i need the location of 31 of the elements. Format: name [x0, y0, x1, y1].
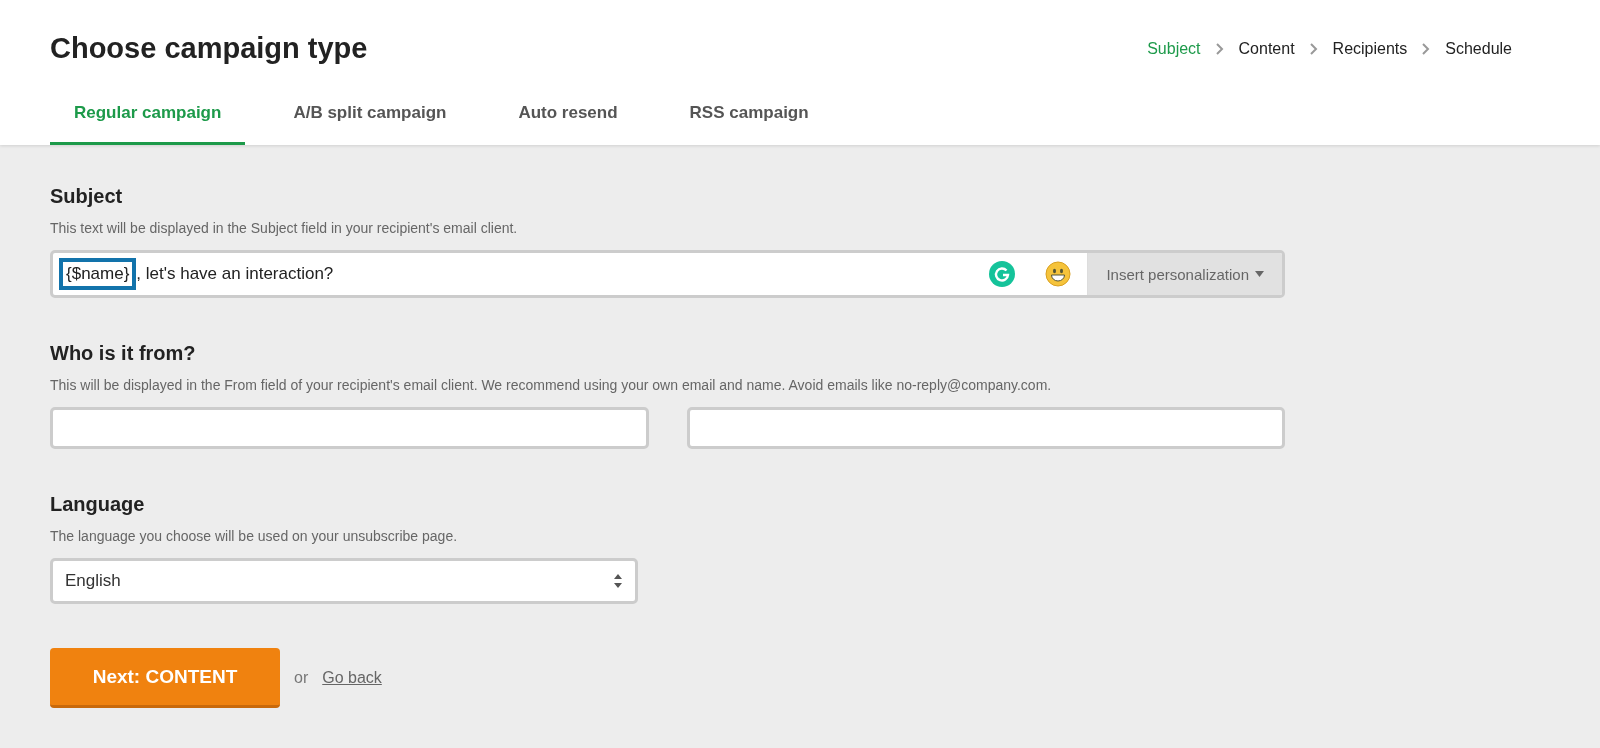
grammar-icon[interactable] [989, 261, 1016, 287]
campaign-tab[interactable]: A/B split campaign [269, 89, 471, 145]
sender-name-field[interactable] [686, 407, 1285, 449]
caret-icon [1255, 271, 1264, 277]
step-label: Subject [1147, 39, 1201, 58]
section-heading: Subject [50, 185, 124, 208]
campaign-tab[interactable]: RSS campaign [665, 89, 833, 145]
sort-arrows-icon [613, 573, 623, 589]
section-hint: The language you choose will be used on your unsubscribe page. [50, 528, 459, 544]
campaign-tab[interactable]: Auto resend [494, 89, 642, 145]
section-hint: This will be displayed in the From field of your recipient's email client. We recommend using your own email and name. Avoid emails like no-reply@company.com. [50, 377, 1053, 393]
smiley-icon[interactable] [1045, 261, 1072, 287]
section-hint: This text will be displayed in the Subject field in your recipient's email client. [50, 220, 519, 236]
step-label: Schedule [1445, 39, 1512, 58]
insert-personalization-button[interactable]: Insert personalization [1087, 253, 1282, 295]
page-title: Choose campaign type [50, 32, 368, 65]
chevron-icon [1308, 42, 1319, 55]
step-label: Recipients [1332, 39, 1408, 58]
sender-email-field[interactable] [50, 407, 649, 449]
step-label: Content [1238, 39, 1295, 58]
section-heading: Language [50, 493, 146, 516]
personalization-tag: {$name} [59, 258, 137, 290]
or-text: or [294, 669, 309, 687]
subject-text: , let's have an interaction? [136, 264, 334, 284]
subject-field[interactable]: {$name} , let's have an interaction? Insert personalization [50, 250, 1285, 298]
chevron-icon [1214, 42, 1225, 55]
campaign-tab[interactable]: Regular campaign [50, 89, 246, 145]
chevron-icon [1421, 42, 1432, 55]
language-select[interactable]: English [50, 558, 638, 604]
go-back-link[interactable]: Go back [322, 669, 382, 687]
section-heading: Who is it from? [50, 342, 197, 365]
